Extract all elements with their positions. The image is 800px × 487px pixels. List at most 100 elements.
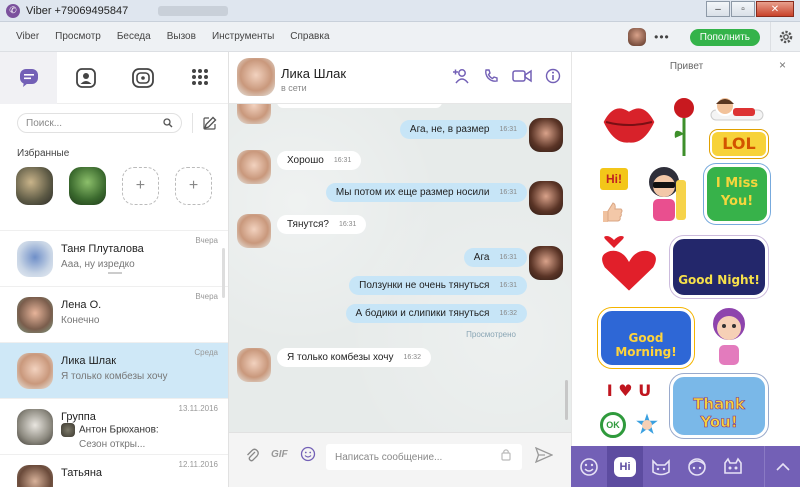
sticker-rose[interactable]	[669, 94, 699, 158]
gif-button[interactable]: GIF	[271, 449, 288, 460]
tab-chats[interactable]	[0, 52, 57, 104]
add-favorite-button[interactable]: +	[121, 167, 159, 205]
tab-dialpad[interactable]	[171, 52, 228, 104]
sticker-star-face[interactable]	[632, 410, 662, 440]
chat-date: Вчера	[195, 292, 218, 301]
menu-call[interactable]: Вызов	[167, 31, 196, 42]
message-bubble-incoming[interactable]: Хорошо 16:31	[277, 151, 362, 170]
sticker-tab-hi[interactable]: Hi	[607, 446, 643, 487]
preview-sender: Антон Брюханов:	[79, 424, 159, 436]
message-area: Ага, не, в размер 16:31 Хорошо 16:31 Мы по…	[229, 104, 571, 432]
favorite-contact[interactable]	[68, 167, 106, 205]
sticker-boy-lying[interactable]	[707, 94, 767, 124]
chat-list-item[interactable]: Татьяна 12.11.2016	[0, 454, 228, 487]
sticker-i-love-you[interactable]: I ♥ U	[598, 378, 660, 404]
my-avatar[interactable]	[628, 28, 647, 46]
tab-public-accounts[interactable]	[114, 52, 171, 104]
contact-avatar	[237, 348, 271, 382]
messages-scrollbar[interactable]	[565, 380, 568, 420]
contact-avatar[interactable]	[237, 58, 275, 96]
tab-contacts[interactable]	[57, 52, 114, 104]
topup-button[interactable]: Пополнить	[689, 28, 760, 46]
menu-viber[interactable]: Viber	[16, 31, 39, 42]
chat-list-item[interactable]: Группа Антон Брюханов: Сезон откры... 13…	[0, 398, 228, 454]
add-favorite-button[interactable]: +	[174, 167, 212, 205]
favorite-contact[interactable]	[16, 167, 53, 205]
message-time: 16:31	[499, 254, 517, 261]
sticker-lol[interactable]: LOL	[710, 130, 768, 158]
favorites-row: + +	[0, 167, 228, 207]
message-bubble-incoming[interactable]: Я только комбезы хочу 16:32	[277, 348, 431, 367]
sticker-panel: Привет × LOL Hi! I Miss You! Good Night!…	[571, 52, 800, 446]
sticker-lips[interactable]	[598, 94, 660, 150]
chat-list-item[interactable]: Таня Плуталова Ааа, ну изредко Вчера	[0, 230, 228, 286]
sticker-thumbs-up[interactable]	[600, 200, 624, 224]
message-time: 16:31	[338, 221, 357, 228]
sticker-category-bar: Hi	[571, 446, 800, 487]
sticker-hearts[interactable]	[598, 234, 660, 298]
menu-conversation[interactable]: Беседа	[117, 31, 151, 42]
contact-person-icon	[75, 68, 96, 88]
message-composer: GIF	[229, 432, 571, 487]
sticker-tab-cat[interactable]	[643, 446, 679, 487]
search-input[interactable]	[26, 117, 163, 129]
sticker-purple-girl[interactable]	[704, 304, 754, 370]
sticker-tab-monster[interactable]	[715, 446, 751, 487]
sticker-ok[interactable]: OK	[600, 412, 626, 438]
info-icon[interactable]	[545, 68, 561, 84]
message-bubble-outgoing[interactable]: Мы потом их еще размер носили 16:31	[325, 183, 527, 202]
message-bubble-outgoing[interactable]: Ага, не, в размер 16:31	[399, 120, 527, 139]
sticker-i-miss-you[interactable]: I Miss You!	[704, 164, 770, 224]
close-icon[interactable]: ×	[779, 58, 786, 72]
menu-view[interactable]: Просмотр	[55, 31, 101, 42]
chat-preview: Я только комбезы хочу	[61, 371, 168, 382]
menu-tools[interactable]: Инструменты	[212, 31, 274, 42]
sticker-tab-character[interactable]	[679, 446, 715, 487]
chat-preview: Конечно	[61, 315, 100, 326]
favorites-title: Избранные	[17, 148, 70, 159]
settings-gear-icon[interactable]	[770, 22, 800, 52]
maximize-button[interactable]: ▫	[731, 1, 755, 17]
menu-help[interactable]: Справка	[290, 31, 329, 42]
phone-call-icon[interactable]	[483, 68, 499, 84]
sticker-good-night[interactable]: Good Night!	[670, 236, 768, 298]
minimize-button[interactable]: –	[706, 1, 730, 17]
chat-preview: Ааа, ну изредко	[61, 259, 135, 270]
message-time: 16:31	[333, 157, 352, 164]
avatar	[17, 241, 53, 277]
attach-paperclip-icon[interactable]	[245, 447, 259, 466]
message-bubble-outgoing[interactable]: Ползунки не очень тянуться 16:31	[349, 276, 527, 295]
video-call-icon[interactable]	[512, 68, 532, 84]
add-participant-icon[interactable]	[452, 68, 470, 84]
more-options-icon[interactable]: •••	[654, 30, 670, 44]
avatar	[17, 409, 53, 445]
chat-name: Татьяна	[61, 467, 103, 479]
message-bubble-incoming[interactable]: Тянутся? 16:31	[277, 215, 367, 234]
chat-list-item[interactable]: Лена О. Конечно Вчера	[0, 286, 228, 342]
sticker-expand-chevron-up-icon[interactable]	[764, 446, 800, 487]
search-box	[17, 113, 182, 133]
window-titlebar: ✆ Viber +79069495847 – ▫ ✕	[0, 0, 800, 22]
chat-name: Лена О.	[61, 299, 102, 311]
sticker-cool-girl[interactable]	[636, 160, 694, 226]
message-bubble-outgoing[interactable]: Ага 16:31	[463, 248, 527, 267]
chat-list-item-active[interactable]: Лика Шлак Я только комбезы хочу Среда	[0, 342, 228, 398]
compose-button[interactable]	[192, 113, 217, 133]
chat-bubble-icon	[19, 69, 38, 87]
emoji-icon[interactable]	[300, 446, 316, 465]
message-time: 16:32	[403, 354, 421, 361]
secret-lock-icon[interactable]	[501, 448, 511, 464]
smiley-icon	[580, 457, 598, 476]
chat-date: 12.11.2016	[178, 460, 218, 469]
send-icon[interactable]	[534, 446, 554, 466]
message-bubble-outgoing[interactable]: А бодики и слипики тянуться 16:32	[345, 304, 527, 323]
chat-list-scrollbar[interactable]	[222, 248, 225, 298]
public-chat-icon	[131, 68, 154, 88]
message-input[interactable]	[331, 446, 521, 468]
sticker-thank-you[interactable]: Thank You!	[670, 374, 768, 438]
message-text: Ага	[473, 252, 490, 263]
emoji-tab[interactable]	[571, 446, 607, 487]
sticker-good-morning[interactable]: Good Morning!	[598, 308, 694, 368]
close-window-button[interactable]: ✕	[756, 1, 794, 17]
sticker-hi[interactable]: Hi!	[600, 168, 628, 190]
